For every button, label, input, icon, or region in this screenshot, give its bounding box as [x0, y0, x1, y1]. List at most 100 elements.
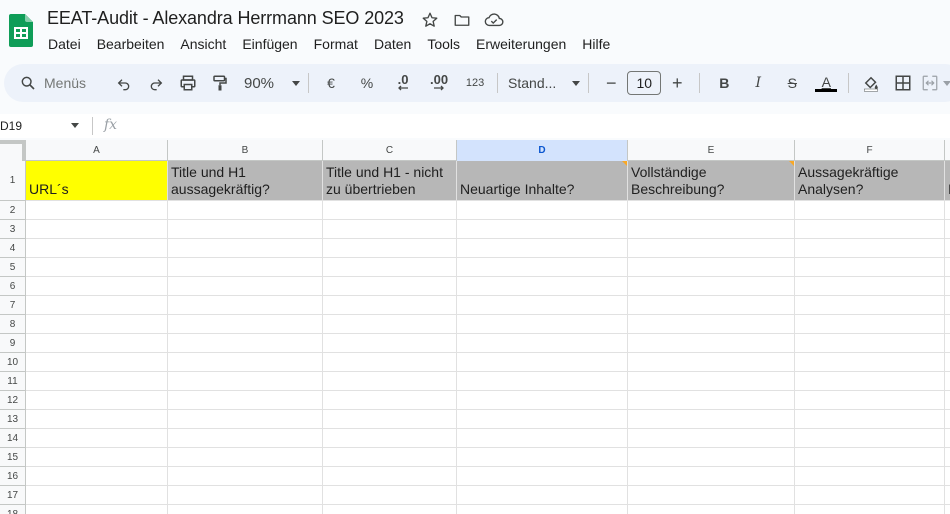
column-header-f[interactable]: F [795, 140, 945, 161]
grid-cell[interactable] [945, 448, 950, 467]
grid-cell[interactable] [628, 353, 795, 372]
increase-font-size-button[interactable]: + [663, 69, 691, 97]
column-header-a[interactable]: A [26, 140, 168, 161]
grid-cell[interactable] [457, 391, 628, 410]
grid-cell[interactable] [628, 220, 795, 239]
grid-cell[interactable] [628, 467, 795, 486]
grid-cell[interactable] [168, 296, 323, 315]
grid-cell[interactable] [26, 258, 168, 277]
grid-cell[interactable] [628, 258, 795, 277]
grid-cell[interactable] [323, 467, 457, 486]
row-header-17[interactable]: 17 [0, 486, 26, 505]
grid-cell[interactable] [323, 334, 457, 353]
header-cell-b[interactable]: Title und H1 aussagekräftig? [168, 161, 323, 201]
grid-cell[interactable] [26, 201, 168, 220]
grid-cell[interactable] [457, 296, 628, 315]
column-header-d[interactable]: D [457, 140, 628, 161]
menu-bearbeiten[interactable]: Bearbeiten [89, 34, 173, 54]
row-header-7[interactable]: 7 [0, 296, 26, 315]
redo-button[interactable] [142, 69, 170, 97]
header-cell-f[interactable]: Aussagekräftige Analysen? [795, 161, 945, 201]
grid-cell[interactable] [795, 486, 945, 505]
grid-cell[interactable] [628, 277, 795, 296]
grid-cell[interactable] [795, 334, 945, 353]
grid-cell[interactable] [26, 391, 168, 410]
menu-datei[interactable]: Datei [40, 34, 89, 54]
header-cell-c[interactable]: Title und H1 - nicht zu übertrieben [323, 161, 457, 201]
grid-cell[interactable] [795, 277, 945, 296]
menu-erweiterungen[interactable]: Erweiterungen [468, 34, 574, 54]
row-header-5[interactable]: 5 [0, 258, 26, 277]
menu-ansicht[interactable]: Ansicht [172, 34, 234, 54]
grid-cell[interactable] [168, 486, 323, 505]
row-header-6[interactable]: 6 [0, 277, 26, 296]
grid-cell[interactable] [168, 467, 323, 486]
column-header-c[interactable]: C [323, 140, 457, 161]
cloud-saved-icon[interactable] [484, 10, 504, 30]
grid-cell[interactable] [945, 505, 950, 514]
row-header-1[interactable]: 1 [0, 161, 26, 201]
grid-cell[interactable] [945, 353, 950, 372]
grid-cell[interactable] [323, 372, 457, 391]
grid-cell[interactable] [628, 315, 795, 334]
grid-cell[interactable] [168, 220, 323, 239]
grid-cell[interactable] [795, 429, 945, 448]
folder-icon[interactable] [452, 10, 472, 30]
grid-cell[interactable] [945, 296, 950, 315]
row-header-9[interactable]: 9 [0, 334, 26, 353]
grid-cell[interactable] [945, 277, 950, 296]
select-all-corner[interactable] [0, 140, 26, 161]
grid-cell[interactable] [457, 239, 628, 258]
grid-cell[interactable] [323, 353, 457, 372]
grid-cell[interactable] [457, 505, 628, 514]
text-color-button[interactable]: A [812, 69, 840, 97]
row-header-3[interactable]: 3 [0, 220, 26, 239]
grid-cell[interactable] [457, 410, 628, 429]
grid-cell[interactable] [457, 258, 628, 277]
grid-cell[interactable] [457, 220, 628, 239]
grid-cell[interactable] [168, 391, 323, 410]
menu-search[interactable]: Menüs [12, 68, 108, 98]
column-header-e[interactable]: E [628, 140, 795, 161]
grid-cell[interactable] [457, 429, 628, 448]
grid-cell[interactable] [795, 353, 945, 372]
grid-cell[interactable] [168, 372, 323, 391]
grid-cell[interactable] [168, 258, 323, 277]
grid-cell[interactable] [168, 448, 323, 467]
grid-cell[interactable] [26, 429, 168, 448]
grid-cell[interactable] [26, 315, 168, 334]
grid-cell[interactable] [945, 334, 950, 353]
grid-cell[interactable] [323, 448, 457, 467]
grid-cell[interactable] [323, 239, 457, 258]
grid-cell[interactable] [628, 505, 795, 514]
grid-cell[interactable] [323, 220, 457, 239]
grid-cell[interactable] [945, 258, 950, 277]
grid-cell[interactable] [945, 372, 950, 391]
grid-cell[interactable] [323, 391, 457, 410]
grid-cell[interactable] [457, 448, 628, 467]
grid-cell[interactable] [323, 505, 457, 514]
grid-cell[interactable] [168, 429, 323, 448]
grid-cell[interactable] [26, 372, 168, 391]
header-cell-g[interactable]: I [945, 161, 950, 201]
grid-cell[interactable] [945, 201, 950, 220]
header-cell-a[interactable]: URL´s [26, 161, 168, 201]
grid-cell[interactable] [26, 505, 168, 514]
grid-cell[interactable] [945, 315, 950, 334]
zoom-select[interactable]: 90% [244, 69, 301, 97]
grid-cell[interactable] [323, 429, 457, 448]
grid-cell[interactable] [323, 201, 457, 220]
paint-format-button[interactable] [206, 69, 234, 97]
grid-cell[interactable] [457, 372, 628, 391]
grid-cell[interactable] [628, 296, 795, 315]
grid-cell[interactable] [628, 429, 795, 448]
menu-tools[interactable]: Tools [419, 34, 468, 54]
row-header-2[interactable]: 2 [0, 201, 26, 220]
grid-cell[interactable] [945, 391, 950, 410]
grid-cell[interactable] [795, 410, 945, 429]
row-header-12[interactable]: 12 [0, 391, 26, 410]
header-cell-d[interactable]: Neuartige Inhalte? [457, 161, 628, 201]
menu-einfuegen[interactable]: Einfügen [234, 34, 305, 54]
grid-cell[interactable] [168, 277, 323, 296]
menu-hilfe[interactable]: Hilfe [574, 34, 618, 54]
